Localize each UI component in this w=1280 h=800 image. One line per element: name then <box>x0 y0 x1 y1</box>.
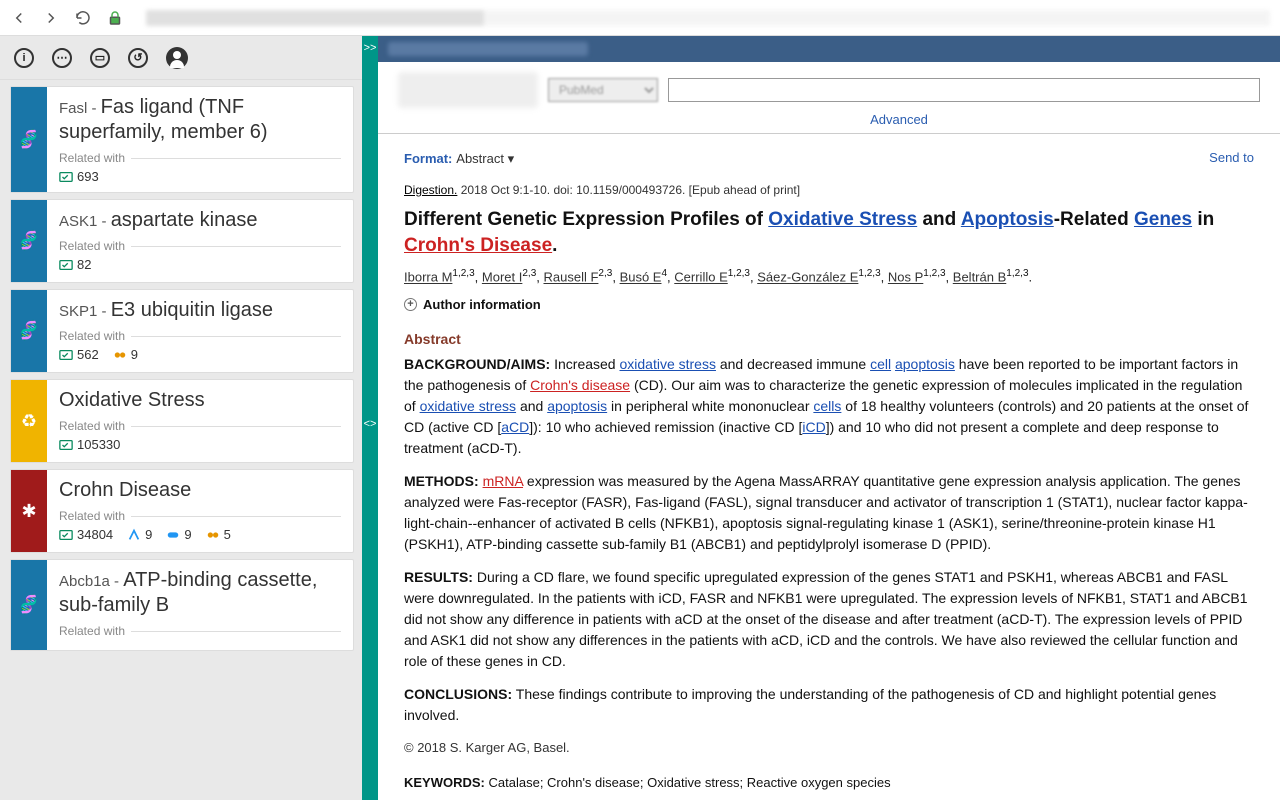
link-cells[interactable]: cells <box>813 398 841 414</box>
author-link[interactable]: Cerrillo E <box>674 270 727 285</box>
card-related-label: Related with <box>59 624 341 638</box>
card-title: Crohn Disease <box>59 478 341 503</box>
card-related-label: Related with <box>59 419 341 433</box>
card-title: Fasl - Fas ligand (TNF superfamily, memb… <box>59 95 341 145</box>
history-icon[interactable]: ↺ <box>128 48 148 68</box>
link-cell[interactable]: cell <box>870 356 891 372</box>
link-apoptosis-2[interactable]: apoptosis <box>547 398 607 414</box>
lock-icon <box>106 9 124 27</box>
content-pane[interactable]: PubMed Advanced Format: Abstract ▾ Send … <box>378 36 1280 800</box>
archive-icon[interactable]: ▭ <box>90 48 110 68</box>
search-zone: PubMed Advanced <box>378 62 1280 134</box>
card-stats: 5629 <box>59 347 341 362</box>
link-apoptosis[interactable]: apoptosis <box>895 356 955 372</box>
card-stats: 693 <box>59 169 341 184</box>
send-to-link[interactable]: Send to <box>1209 148 1254 169</box>
sidebar: i ⋯ ▭ ↺ 🧬 Fasl - Fas ligand (TNF superfa… <box>0 36 362 800</box>
card-stats: 105330 <box>59 437 341 452</box>
citation: Digestion. 2018 Oct 9:1-10. doi: 10.1159… <box>404 181 1254 199</box>
browser-toolbar <box>0 0 1280 36</box>
entity-card[interactable]: ♻ Oxidative Stress Related with 105330 <box>10 379 354 463</box>
card-related-label: Related with <box>59 239 341 253</box>
expand-icon: + <box>404 298 417 311</box>
card-strip-icon: 🧬 <box>11 87 47 192</box>
drag-handle-icon[interactable]: <> <box>364 418 377 430</box>
advanced-link[interactable]: Advanced <box>538 112 1260 127</box>
copyright: © 2018 S. Karger AG, Basel. <box>404 738 1254 758</box>
db-select[interactable]: PubMed <box>548 78 658 102</box>
author-link[interactable]: Moret I <box>482 270 522 285</box>
entity-card[interactable]: ✱ Crohn Disease Related with 34804995 <box>10 469 354 553</box>
panel-divider[interactable]: >> <> <box>362 36 378 800</box>
back-button[interactable] <box>10 9 28 27</box>
card-related-label: Related with <box>59 151 341 165</box>
card-strip-icon: ♻ <box>11 380 47 462</box>
card-stats: 34804995 <box>59 527 341 542</box>
card-related-label: Related with <box>59 329 341 343</box>
comment-icon[interactable]: ⋯ <box>52 48 72 68</box>
card-strip-icon: 🧬 <box>11 290 47 372</box>
card-strip-icon: 🧬 <box>11 200 47 282</box>
author-link[interactable]: Rausell F <box>544 270 599 285</box>
link-crohns[interactable]: Crohn's disease <box>530 377 630 393</box>
link-mrna[interactable]: mRNA <box>483 473 523 489</box>
author-link[interactable]: Nos P <box>888 270 923 285</box>
article: Format: Abstract ▾ Send to Digestion. 20… <box>378 134 1280 800</box>
methods-para: METHODS: mRNA expression was measured by… <box>404 471 1254 555</box>
card-title: SKP1 - E3 ubiquitin ligase <box>59 298 341 323</box>
background-para: BACKGROUND/AIMS: Increased oxidative str… <box>404 354 1254 459</box>
search-input[interactable] <box>668 78 1260 102</box>
card-title: Abcb1a - ATP-binding cassette, sub-famil… <box>59 568 341 618</box>
sidebar-toolbar: i ⋯ ▭ ↺ <box>0 36 362 80</box>
format-label: Format: <box>404 151 452 166</box>
author-link[interactable]: Iborra M <box>404 270 452 285</box>
card-title: ASK1 - aspartate kinase <box>59 208 341 233</box>
title-link-apoptosis[interactable]: Apoptosis <box>961 209 1054 230</box>
avatar-icon[interactable] <box>166 47 188 69</box>
link-icd[interactable]: iCD <box>802 419 825 435</box>
entity-card[interactable]: 🧬 SKP1 - E3 ubiquitin ligase Related wit… <box>10 289 354 373</box>
author-list: Iborra M1,2,3, Moret I2,3, Rausell F2,3,… <box>404 266 1254 287</box>
entity-card[interactable]: 🧬 ASK1 - aspartate kinase Related with 8… <box>10 199 354 283</box>
link-acd[interactable]: aCD <box>501 419 529 435</box>
card-list[interactable]: 🧬 Fasl - Fas ligand (TNF superfamily, me… <box>0 80 362 800</box>
link-oxidative-stress[interactable]: oxidative stress <box>619 356 715 372</box>
author-link[interactable]: Sáez-González E <box>757 270 858 285</box>
forward-button[interactable] <box>42 9 60 27</box>
abstract-heading: Abstract <box>404 329 1254 350</box>
collapse-left-icon[interactable]: >> <box>364 42 377 54</box>
entity-card[interactable]: 🧬 Fasl - Fas ligand (TNF superfamily, me… <box>10 86 354 193</box>
entity-card[interactable]: 🧬 Abcb1a - ATP-binding cassette, sub-fam… <box>10 559 354 651</box>
reload-button[interactable] <box>74 9 92 27</box>
author-info-toggle[interactable]: +Author information <box>404 295 1254 315</box>
title-link-oxidative[interactable]: Oxidative Stress <box>768 209 917 230</box>
author-link[interactable]: Beltrán B <box>953 270 1006 285</box>
conclusions-para: CONCLUSIONS: These findings contribute t… <box>404 684 1254 726</box>
card-strip-icon: 🧬 <box>11 560 47 650</box>
format-value[interactable]: Abstract ▾ <box>456 151 514 166</box>
card-title: Oxidative Stress <box>59 388 341 413</box>
results-para: RESULTS: During a CD flare, we found spe… <box>404 567 1254 672</box>
url-bar[interactable] <box>146 10 1270 26</box>
title-link-genes[interactable]: Genes <box>1134 209 1192 230</box>
author-link[interactable]: Busó E <box>620 270 662 285</box>
title-link-crohns[interactable]: Crohn's Disease <box>404 235 552 256</box>
card-related-label: Related with <box>59 509 341 523</box>
article-title: Different Genetic Expression Profiles of… <box>404 207 1254 258</box>
info-icon[interactable]: i <box>14 48 34 68</box>
card-stats: 82 <box>59 257 341 272</box>
ncbi-header <box>378 36 1280 62</box>
link-oxidative-stress-2[interactable]: oxidative stress <box>420 398 516 414</box>
logo-blur <box>398 72 538 108</box>
keywords: KEYWORDS: Catalase; Crohn's disease; Oxi… <box>404 773 1254 793</box>
card-strip-icon: ✱ <box>11 470 47 552</box>
